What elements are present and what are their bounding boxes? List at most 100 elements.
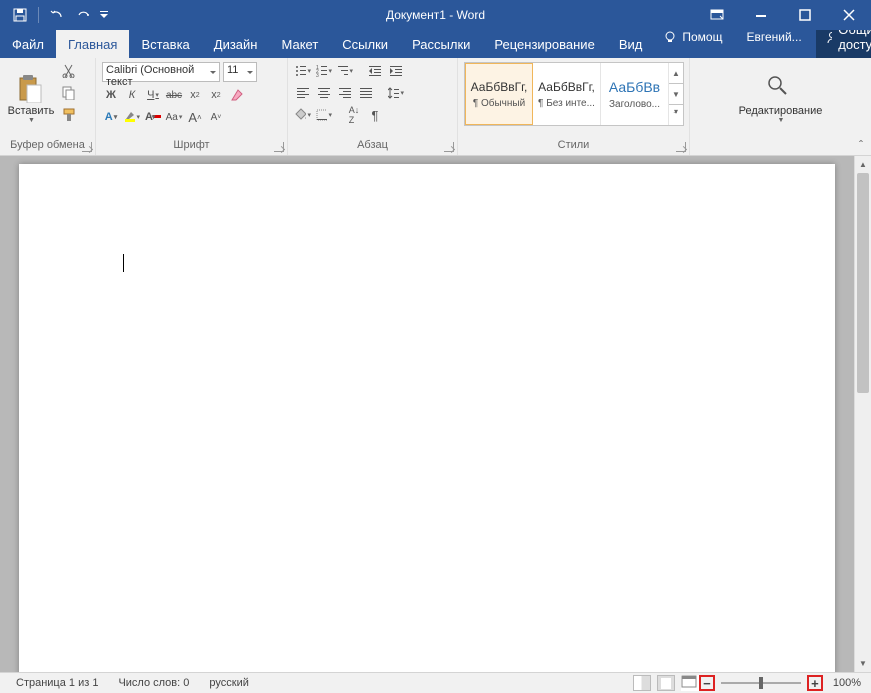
zoom-level[interactable]: 100% <box>825 677 865 689</box>
page-status[interactable]: Страница 1 из 1 <box>6 677 108 689</box>
style-normal[interactable]: АаБбВвГг, ¶ Обычный <box>465 63 533 125</box>
clipboard-label: Буфер обмена <box>6 139 89 153</box>
editing-group-label <box>696 139 865 153</box>
paste-label: Вставить <box>8 105 55 117</box>
italic-button[interactable]: К <box>123 86 141 104</box>
tab-design[interactable]: Дизайн <box>202 30 270 58</box>
language-status[interactable]: русский <box>199 677 258 689</box>
tab-mailings[interactable]: Рассылки <box>400 30 482 58</box>
scroll-down-icon[interactable]: ▼ <box>855 655 871 672</box>
style-no-spacing[interactable]: АаБбВвГг, ¶ Без инте... <box>533 63 601 125</box>
maximize-icon[interactable] <box>783 0 827 30</box>
show-marks-icon[interactable]: ¶ <box>366 106 384 124</box>
align-left-icon[interactable] <box>294 84 312 102</box>
text-effects-icon[interactable]: A▾ <box>102 108 120 126</box>
multilevel-list-icon[interactable]: ▾ <box>336 62 354 80</box>
font-launcher-icon[interactable] <box>274 142 284 152</box>
bullets-icon[interactable]: ▾ <box>294 62 312 80</box>
font-name-select[interactable]: Calibri (Основной текст <box>102 62 220 82</box>
style-name: Заголово... <box>609 99 660 110</box>
user-name[interactable]: Евгений... <box>736 30 811 44</box>
status-bar: Страница 1 из 1 Число слов: 0 русский − … <box>0 672 871 693</box>
subscript-button[interactable]: x2 <box>186 86 204 104</box>
group-clipboard: Вставить ▼ Буфер обмена <box>0 58 96 155</box>
tab-insert[interactable]: Вставка <box>129 30 201 58</box>
web-layout-icon[interactable] <box>681 675 699 691</box>
vertical-scrollbar[interactable]: ▲ ▼ <box>854 156 871 672</box>
zoom-out-button[interactable]: − <box>699 675 715 691</box>
tab-file[interactable]: Файл <box>0 30 56 58</box>
copy-icon[interactable] <box>60 84 78 102</box>
undo-icon[interactable] <box>45 3 69 27</box>
grow-font-icon[interactable]: A˄ <box>186 108 204 126</box>
clipboard-launcher-icon[interactable] <box>82 142 92 152</box>
font-color-icon[interactable]: A▾ <box>144 108 162 126</box>
text-cursor <box>123 254 124 272</box>
sort-icon[interactable]: A↓Z <box>345 106 363 124</box>
zoom-slider-thumb[interactable] <box>759 677 763 689</box>
tab-view[interactable]: Вид <box>607 30 655 58</box>
tell-me[interactable]: Помощ <box>654 30 732 44</box>
line-spacing-icon[interactable]: ▾ <box>387 84 405 102</box>
zoom-controls: − + 100% <box>699 675 865 691</box>
zoom-slider[interactable] <box>721 682 801 684</box>
tell-me-label: Помощ <box>682 30 722 44</box>
page-scroll[interactable] <box>0 156 854 672</box>
clear-formatting-icon[interactable] <box>228 86 246 104</box>
tab-layout[interactable]: Макет <box>269 30 330 58</box>
bold-button[interactable]: Ж <box>102 86 120 104</box>
font-size-select[interactable]: 11 <box>223 62 257 82</box>
tab-review[interactable]: Рецензирование <box>482 30 606 58</box>
borders-icon[interactable]: ▾ <box>315 106 333 124</box>
close-icon[interactable] <box>827 0 871 30</box>
align-center-icon[interactable] <box>315 84 333 102</box>
align-right-icon[interactable] <box>336 84 354 102</box>
style-preview: АаБбВвГг, <box>538 80 595 94</box>
print-layout-icon[interactable] <box>657 675 675 691</box>
highlight-icon[interactable]: ▾ <box>123 108 141 126</box>
minimize-icon[interactable] <box>739 0 783 30</box>
zoom-in-button[interactable]: + <box>807 675 823 691</box>
paragraph-label: Абзац <box>294 139 451 153</box>
word-count[interactable]: Число слов: 0 <box>108 677 199 689</box>
numbering-icon[interactable]: 123▾ <box>315 62 333 80</box>
ribbon-tabs: Файл Главная Вставка Дизайн Макет Ссылки… <box>0 30 871 58</box>
editing-button[interactable]: Редактирование ▼ <box>736 60 826 139</box>
paste-button[interactable]: Вставить ▼ <box>6 60 56 139</box>
ribbon-display-options-icon[interactable] <box>695 0 739 30</box>
styles-more-icon[interactable]: ▾‾ <box>669 105 683 125</box>
styles-up-icon[interactable]: ▲ <box>669 63 683 84</box>
scroll-up-icon[interactable]: ▲ <box>855 156 871 173</box>
qat-customize-icon[interactable] <box>97 3 111 27</box>
redo-icon[interactable] <box>71 3 95 27</box>
scroll-thumb[interactable] <box>857 173 869 393</box>
styles-launcher-icon[interactable] <box>676 142 686 152</box>
lightbulb-icon <box>664 31 676 43</box>
shading-icon[interactable]: ▾ <box>294 106 312 124</box>
decrease-indent-icon[interactable] <box>366 62 384 80</box>
styles-nav: ▲ ▼ ▾‾ <box>669 63 683 125</box>
increase-indent-icon[interactable] <box>387 62 405 80</box>
save-icon[interactable] <box>8 3 32 27</box>
find-icon <box>767 75 795 103</box>
justify-icon[interactable] <box>357 84 375 102</box>
collapse-ribbon-icon[interactable]: ˆ <box>853 137 869 153</box>
strikethrough-button[interactable]: abc <box>165 86 183 104</box>
paragraph-launcher-icon[interactable] <box>444 142 454 152</box>
page[interactable] <box>19 164 835 672</box>
underline-button[interactable]: Ч▾ <box>144 86 162 104</box>
document-area: ▲ ▼ <box>0 156 871 672</box>
ribbon: Вставить ▼ Буфер обмена Calibri (Основно… <box>0 58 871 156</box>
style-name: ¶ Без инте... <box>538 98 595 109</box>
tab-home[interactable]: Главная <box>56 30 129 58</box>
format-painter-icon[interactable] <box>60 106 78 124</box>
styles-down-icon[interactable]: ▼ <box>669 84 683 105</box>
shrink-font-icon[interactable]: A˅ <box>207 108 225 126</box>
cut-icon[interactable] <box>60 62 78 80</box>
svg-text:3: 3 <box>316 73 319 77</box>
style-heading1[interactable]: АаБбВв Заголово... <box>601 63 669 125</box>
superscript-button[interactable]: x2 <box>207 86 225 104</box>
change-case-icon[interactable]: Aa▾ <box>165 108 183 126</box>
read-mode-icon[interactable] <box>633 675 651 691</box>
tab-references[interactable]: Ссылки <box>330 30 400 58</box>
